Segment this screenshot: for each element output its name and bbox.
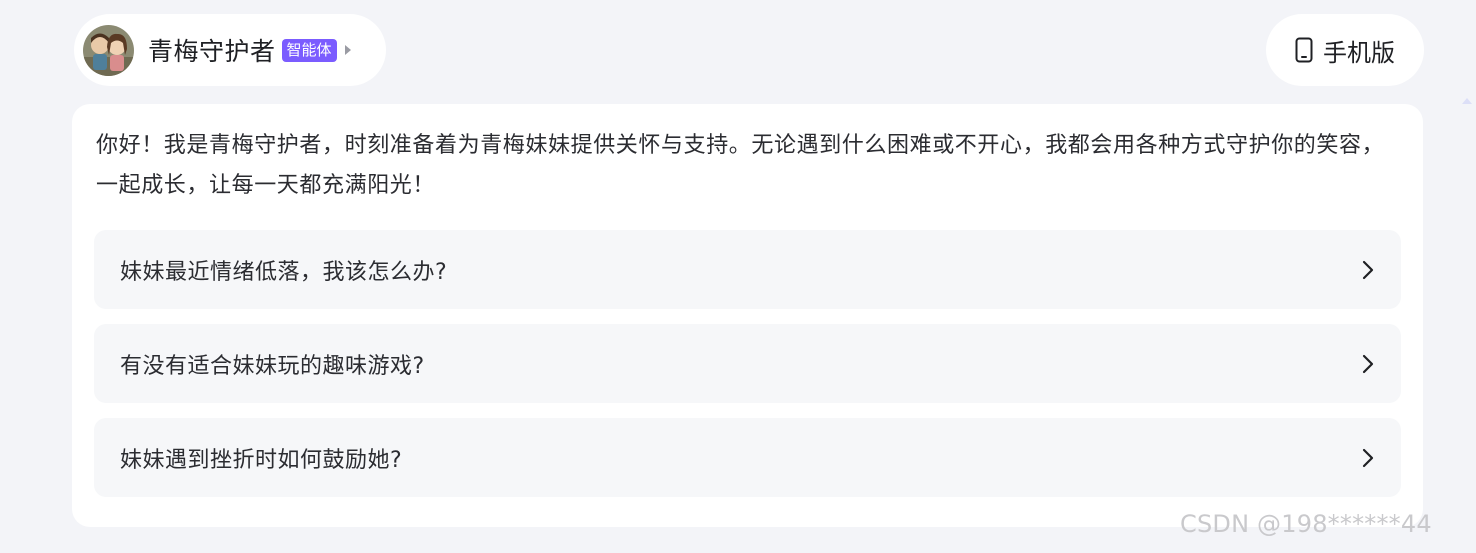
mobile-version-label: 手机版 xyxy=(1323,38,1395,67)
agent-name: 青梅守护者 xyxy=(148,37,276,66)
agent-avatar xyxy=(83,24,134,76)
mobile-version-button[interactable]: 手机版 xyxy=(1266,14,1424,86)
mobile-phone-icon xyxy=(1295,37,1313,63)
agent-header[interactable]: 青梅守护者 智能体 xyxy=(74,14,386,86)
scroll-indicator xyxy=(1462,98,1472,104)
suggestion-text: 妹妹最近情绪低落，我该怎么办? xyxy=(120,259,448,285)
suggestion-text: 妹妹遇到挫折时如何鼓励她? xyxy=(120,447,403,473)
chevron-right-icon xyxy=(1362,260,1374,279)
chat-page: 青梅守护者 智能体 手机版 你好！我是青梅守护者，时刻准备着为青梅妹妹提供关怀与… xyxy=(0,0,1476,553)
suggestion-text: 有没有适合妹妹玩的趣味游戏? xyxy=(120,353,425,379)
caret-right-icon[interactable] xyxy=(344,45,351,55)
chevron-right-icon xyxy=(1362,448,1374,467)
agent-intro: 你好！我是青梅守护者，时刻准备着为青梅妹妹提供关怀与支持。无论遇到什么困难或不开… xyxy=(96,133,1385,198)
suggestion-item[interactable]: 妹妹最近情绪低落，我该怎么办? xyxy=(94,230,1401,309)
suggestion-item[interactable]: 妹妹遇到挫折时如何鼓励她? xyxy=(94,418,1401,497)
suggestion-item[interactable]: 有没有适合妹妹玩的趣味游戏? xyxy=(94,324,1401,403)
welcome-card: 你好！我是青梅守护者，时刻准备着为青梅妹妹提供关怀与支持。无论遇到什么困难或不开… xyxy=(72,104,1423,527)
avatar-image xyxy=(83,24,134,76)
agent-badge: 智能体 xyxy=(281,38,337,62)
chevron-right-icon xyxy=(1362,354,1374,373)
watermark: CSDN @198******44 xyxy=(1180,510,1432,538)
